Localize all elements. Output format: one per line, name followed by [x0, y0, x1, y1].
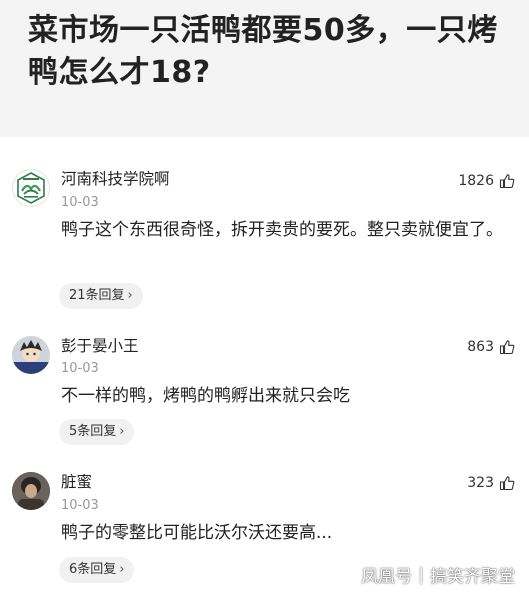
view-replies-button[interactable]: 21条回复 › [59, 283, 143, 309]
comment-text: 鸭子这个东西很奇怪，拆开卖贵的要死。整只卖就便宜了。 [61, 220, 503, 240]
like-count: 1826 [458, 173, 494, 189]
comment-username[interactable]: 河南科技学院啊 [61, 169, 170, 189]
comment-date: 10-03 [61, 195, 99, 210]
like-button[interactable]: 323 [467, 473, 515, 493]
comment-username[interactable]: 彭于晏小王 [61, 336, 139, 356]
avatar[interactable] [12, 472, 50, 510]
like-button[interactable]: 863 [467, 337, 515, 357]
watermark-divider: | [418, 564, 424, 585]
chevron-right-icon: › [119, 562, 125, 577]
university-emblem-icon [17, 172, 45, 204]
comment-text: 不一样的鸭，烤鸭的鸭孵出来就只会吃 [61, 386, 350, 406]
thumbs-up-icon [499, 174, 515, 189]
photo-avatar-icon [12, 472, 50, 510]
comment-date: 10-03 [61, 361, 99, 376]
view-replies-button[interactable]: 5条回复 › [59, 419, 135, 445]
comment-date: 10-03 [61, 498, 99, 513]
avatar[interactable] [12, 169, 50, 207]
thumbs-up-icon [499, 476, 515, 491]
thumbs-up-icon [499, 340, 515, 355]
like-button[interactable]: 1826 [458, 171, 515, 191]
watermark-account: 搞笑齐聚堂 [430, 567, 515, 587]
comment-item: 彭于晏小王 10-03 863 不一样的鸭，烤鸭的鸭孵出来就只会吃 5条回复 › [0, 334, 529, 454]
chevron-right-icon: › [127, 288, 133, 303]
comment-text: 鸭子的零整比可能比沃尔沃还要高... [61, 523, 333, 543]
cartoon-avatar-icon [12, 336, 50, 374]
watermark-source: 凤凰号 [361, 567, 413, 587]
comment-username[interactable]: 脏蜜 [61, 472, 92, 492]
like-count: 323 [467, 475, 494, 491]
like-count: 863 [467, 339, 494, 355]
chevron-right-icon: › [119, 424, 125, 439]
view-replies-button[interactable]: 6条回复 › [59, 557, 135, 583]
question-title: 菜市场一只活鸭都要50多，一只烤鸭怎么才18? [28, 13, 498, 90]
reply-count: 5条回复 [69, 424, 117, 439]
watermark: 凤凰号 | 搞笑齐聚堂 [361, 562, 515, 588]
comment-item: 河南科技学院啊 10-03 1826 鸭子这个东西很奇怪，拆开卖贵的要死。整只卖… [0, 165, 529, 315]
avatar[interactable] [12, 336, 50, 374]
reply-count: 21条回复 [69, 288, 125, 303]
divider [0, 137, 529, 151]
reply-count: 6条回复 [69, 562, 117, 577]
question-header: 菜市场一只活鸭都要50多，一只烤鸭怎么才18? [0, 0, 529, 137]
